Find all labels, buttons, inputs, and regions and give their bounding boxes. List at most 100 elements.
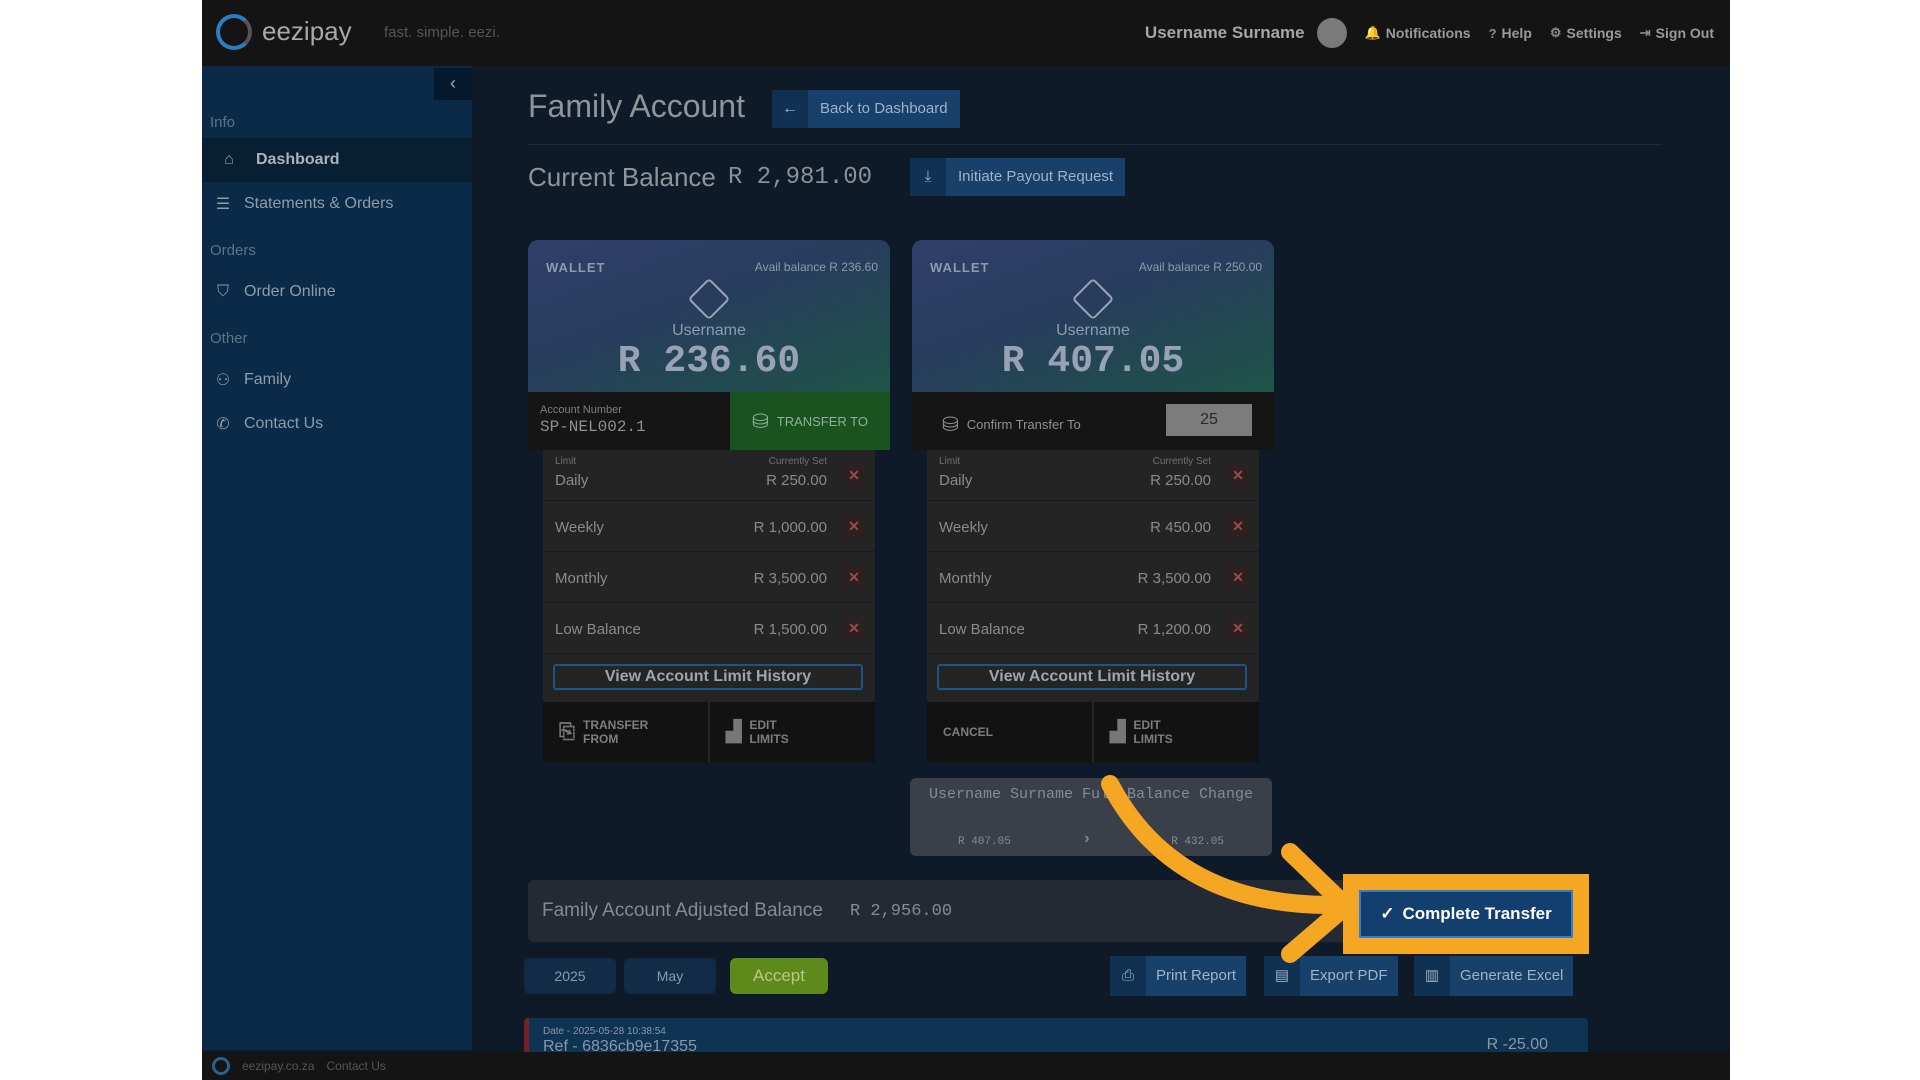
avatar[interactable] — [1316, 18, 1347, 48]
generate-excel-button[interactable]: ▥ Generate Excel — [1414, 956, 1574, 996]
accept-button[interactable]: Accept — [730, 958, 828, 994]
sidebar-item-family[interactable]: ⚇ Family — [202, 358, 472, 402]
page-title: Family Account — [528, 88, 745, 124]
balance-change-to: R 432.05 — [1171, 836, 1224, 848]
wallet-amount: R 236.60 — [617, 340, 801, 383]
transfer-amount-input[interactable]: 25 — [1166, 404, 1252, 436]
balance-change-preview: Username Surname Full Balance Change R 4… — [910, 778, 1272, 856]
avail-balance: Avail balance R 236.60 — [754, 260, 878, 274]
question-icon: ? — [1488, 25, 1497, 41]
edit-limits-button[interactable]: ▟ EDIT LIMITS — [708, 702, 875, 762]
avail-balance: Avail balance R 250.00 — [1138, 260, 1262, 274]
wallet-label: WALLET — [546, 260, 606, 275]
footer-site-link[interactable]: eezipay.co.za — [242, 1059, 315, 1073]
complete-transfer-highlight: ✓ Complete Transfer — [1343, 874, 1589, 954]
current-balance-label: Current Balance — [528, 162, 716, 192]
cancel-button[interactable]: CANCEL — [927, 702, 1092, 762]
account-number: SP-NEL002.1 — [540, 418, 646, 436]
eezipay-logo-icon[interactable] — [216, 14, 252, 50]
export-pdf-button[interactable]: ▤ Export PDF — [1264, 956, 1398, 996]
hand-money-icon: ⛁ — [942, 414, 959, 436]
edit-limits-button[interactable]: ▟ EDIT LIMITS — [1092, 702, 1259, 762]
sidebar-item-contact-us[interactable]: ✆ Contact Us — [202, 402, 472, 446]
gear-icon: ⚙ — [1549, 25, 1562, 40]
year-select[interactable]: 2025 — [524, 958, 616, 994]
sidebar-item-dashboard[interactable]: ⌂ Dashboard — [202, 138, 472, 182]
footer: eezipay.co.za Contact Us — [202, 1052, 1730, 1080]
sign-out-icon: ⇥ — [1639, 25, 1651, 40]
wallet-actions: CANCEL ▟ EDIT LIMITS — [927, 702, 1259, 762]
wallet-header: WALLET Avail balance R 236.60 Username R… — [528, 240, 890, 392]
transaction-ref: Ref - 6836cb9e17355 — [543, 1038, 697, 1052]
view-limit-history-button[interactable]: View Account Limit History — [937, 664, 1247, 690]
collapse-sidebar-button[interactable]: ‹ — [434, 68, 472, 100]
footer-contact-link[interactable]: Contact Us — [327, 1059, 386, 1073]
confirm-transfer-bar: ⛁ Confirm Transfer To 25 — [912, 392, 1274, 450]
remove-limit-button[interactable]: ✕ — [843, 617, 865, 639]
month-select[interactable]: May — [624, 958, 716, 994]
limit-row-low-balance: Low Balance R 1,500.00 ✕ — [543, 603, 875, 654]
sidebar-item-order-online[interactable]: ⛉ Order Online — [202, 270, 472, 314]
adjusted-balance-value: R 2,956.00 — [850, 902, 953, 921]
user-name[interactable]: Username Surname — [1145, 23, 1305, 43]
initiate-payout-button[interactable]: ⤓ Initiate Payout Request — [910, 158, 1126, 196]
balance-change-from: R 407.05 — [958, 836, 1011, 848]
remove-limit-button[interactable]: ✕ — [1227, 464, 1249, 486]
help-link[interactable]: ? Help — [1489, 25, 1532, 41]
eezipay-logo-icon — [212, 1057, 230, 1075]
download-icon: ⤓ — [910, 158, 946, 196]
transfer-to-button[interactable]: ⛁ TRANSFER TO — [730, 392, 890, 450]
view-limit-history-button[interactable]: View Account Limit History — [553, 664, 863, 690]
family-icon: ⚇ — [215, 372, 231, 389]
account-number-label: Account Number — [540, 404, 622, 416]
app-window: eezipay fast. simple. eezi. Username Sur… — [202, 0, 1730, 1080]
top-right-menu: Username Surname 🔔 Notifications ? Help ⚙ S… — [1145, 0, 1714, 66]
sidebar-item-statements[interactable]: ☰ Statements & Orders — [202, 182, 472, 226]
top-bar: eezipay fast. simple. eezi. Username Sur… — [202, 0, 1730, 66]
limit-row-weekly: Weekly R 450.00 ✕ — [927, 501, 1259, 552]
tagline: fast. simple. eezi. — [384, 24, 500, 41]
complete-transfer-button[interactable]: ✓ Complete Transfer — [1359, 890, 1573, 938]
sidebar-section-other: Other — [210, 330, 248, 347]
limits-panel-1: Limit Currently Set Daily R 250.00 ✕ Wee… — [543, 450, 875, 762]
hand-money-icon: ⛁ — [751, 410, 769, 433]
wallet-label: WALLET — [930, 260, 990, 275]
remove-limit-button[interactable]: ✕ — [1227, 566, 1249, 588]
wallet-account-bar: Account Number SP-NEL002.1 ⛁ TRANSFER TO — [528, 392, 890, 450]
transfer-from-button[interactable]: ⎘ TRANSFER FROM — [543, 702, 708, 762]
adjusted-balance-label: Family Account Adjusted Balance — [542, 900, 823, 921]
remove-limit-button[interactable]: ✕ — [1227, 617, 1249, 639]
limits-panel-2: Limit Currently Set Daily R 250.00 ✕ Wee… — [927, 450, 1259, 762]
print-report-button[interactable]: ⎙ Print Report — [1110, 956, 1247, 996]
home-icon: ⌂ — [224, 151, 234, 168]
remove-limit-button[interactable]: ✕ — [1227, 515, 1249, 537]
logo-text[interactable]: eezipay — [262, 16, 352, 47]
back-to-dashboard-button[interactable]: ← Back to Dashboard — [772, 90, 960, 128]
transaction-amount: R -25.00 — [1486, 1036, 1548, 1052]
phone-icon: ✆ — [216, 416, 230, 433]
settings-link[interactable]: ⚙ Settings — [1550, 25, 1622, 41]
sign-out-link[interactable]: ⇥ Sign Out — [1640, 25, 1714, 41]
remove-limit-button[interactable]: ✕ — [843, 566, 865, 588]
transaction-date: Date - 2025-05-28 10:38:54 — [543, 1026, 666, 1037]
chevron-right-icon: › — [1082, 830, 1092, 848]
divider — [528, 144, 1662, 145]
wallet-user: Username — [672, 322, 746, 339]
limit-row-monthly: Monthly R 3,500.00 ✕ — [543, 552, 875, 603]
balance-change-title: Username Surname Full Balance Change — [928, 786, 1254, 803]
pdf-icon: ▤ — [1264, 956, 1300, 996]
sidebar-section-orders: Orders — [210, 242, 256, 259]
wallet-user: Username — [1056, 322, 1130, 339]
transaction-row[interactable]: Date - 2025-05-28 10:38:54 Ref - 6836cb9… — [524, 1018, 1588, 1052]
remove-limit-button[interactable]: ✕ — [843, 515, 865, 537]
remove-limit-button[interactable]: ✕ — [843, 464, 865, 486]
current-balance-value: R 2,981.00 — [728, 164, 873, 191]
chart-icon: ▟ — [1110, 721, 1126, 743]
history-wrap: View Account Limit History — [543, 654, 875, 702]
notifications-link[interactable]: 🔔 Notifications — [1365, 25, 1471, 41]
wallet-amount: R 407.05 — [1001, 340, 1185, 383]
sidebar: ‹ Info ⌂ Dashboard ☰ Statements & Orders… — [202, 66, 472, 1050]
transfer-icon: ⎘ — [559, 721, 575, 743]
tag-icon — [687, 277, 731, 321]
wallet-actions: ⎘ TRANSFER FROM ▟ EDIT LIMITS — [543, 702, 875, 762]
